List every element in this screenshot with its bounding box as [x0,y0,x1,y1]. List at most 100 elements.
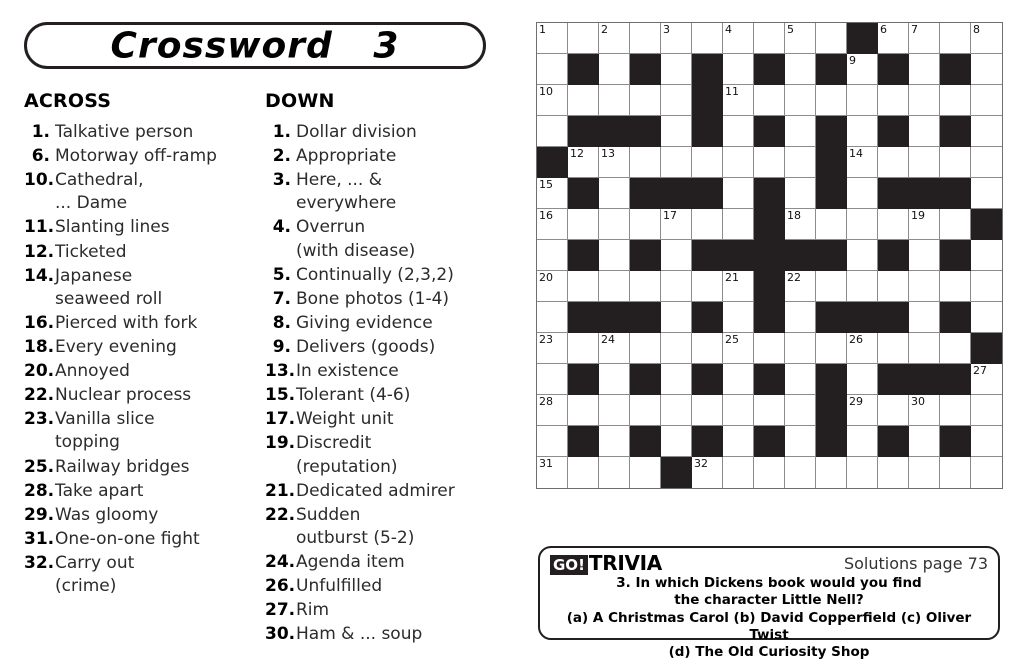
grid-cell[interactable] [723,426,754,457]
grid-cell[interactable] [692,333,723,364]
grid-cell[interactable] [754,457,785,488]
grid-cell[interactable] [847,116,878,147]
grid-cell[interactable] [661,302,692,333]
grid-cell[interactable]: 2 [599,23,630,54]
grid-cell[interactable]: 22 [785,271,816,302]
grid-cell[interactable] [971,147,1002,178]
grid-cell[interactable] [661,240,692,271]
grid-cell[interactable] [940,209,971,240]
grid-cell[interactable] [785,395,816,426]
grid-cell[interactable]: 5 [785,23,816,54]
grid-cell[interactable] [568,395,599,426]
grid-cell[interactable] [785,54,816,85]
grid-cell[interactable] [723,457,754,488]
grid-cell[interactable] [878,85,909,116]
grid-cell[interactable] [537,240,568,271]
grid-cell[interactable] [878,147,909,178]
grid-cell[interactable]: 9 [847,54,878,85]
grid-cell[interactable] [661,364,692,395]
grid-cell[interactable] [692,209,723,240]
grid-cell[interactable] [599,395,630,426]
grid-cell[interactable] [754,147,785,178]
grid-cell[interactable] [599,271,630,302]
grid-cell[interactable] [661,271,692,302]
grid-cell[interactable] [971,240,1002,271]
grid-cell[interactable]: 8 [971,23,1002,54]
grid-cell[interactable] [599,457,630,488]
grid-cell[interactable] [940,147,971,178]
grid-cell[interactable]: 3 [661,23,692,54]
grid-cell[interactable] [940,457,971,488]
grid-cell[interactable]: 11 [723,85,754,116]
grid-cell[interactable] [909,85,940,116]
grid-cell[interactable] [816,333,847,364]
grid-cell[interactable] [971,457,1002,488]
grid-cell[interactable] [599,426,630,457]
grid-cell[interactable] [785,333,816,364]
grid-cell[interactable] [599,54,630,85]
grid-cell[interactable] [723,116,754,147]
grid-cell[interactable]: 18 [785,209,816,240]
grid-cell[interactable] [940,23,971,54]
grid-cell[interactable] [661,395,692,426]
grid-cell[interactable] [847,209,878,240]
grid-cell[interactable] [785,302,816,333]
grid-cell[interactable] [909,302,940,333]
grid-cell[interactable] [909,147,940,178]
grid-cell[interactable] [785,426,816,457]
grid-cell[interactable] [847,240,878,271]
grid-cell[interactable]: 16 [537,209,568,240]
grid-cell[interactable] [599,364,630,395]
grid-cell[interactable] [568,23,599,54]
grid-cell[interactable] [661,116,692,147]
grid-cell[interactable] [537,116,568,147]
grid-cell[interactable] [909,240,940,271]
grid-cell[interactable] [847,364,878,395]
grid-cell[interactable] [971,85,1002,116]
grid-cell[interactable] [785,147,816,178]
grid-cell[interactable] [878,457,909,488]
grid-cell[interactable] [940,85,971,116]
grid-cell[interactable]: 12 [568,147,599,178]
grid-cell[interactable] [940,395,971,426]
grid-cell[interactable] [785,116,816,147]
grid-cell[interactable] [568,457,599,488]
grid-cell[interactable] [847,85,878,116]
grid-cell[interactable] [816,457,847,488]
grid-cell[interactable] [816,23,847,54]
grid-cell[interactable] [816,271,847,302]
grid-cell[interactable]: 24 [599,333,630,364]
grid-cell[interactable]: 26 [847,333,878,364]
grid-cell[interactable] [909,426,940,457]
grid-cell[interactable]: 1 [537,23,568,54]
grid-cell[interactable]: 7 [909,23,940,54]
grid-cell[interactable] [723,147,754,178]
grid-cell[interactable]: 29 [847,395,878,426]
grid-cell[interactable] [878,395,909,426]
grid-cell[interactable] [909,333,940,364]
grid-cell[interactable] [630,271,661,302]
grid-cell[interactable] [785,85,816,116]
grid-cell[interactable]: 6 [878,23,909,54]
grid-cell[interactable] [630,395,661,426]
grid-cell[interactable] [847,271,878,302]
grid-cell[interactable] [971,426,1002,457]
grid-cell[interactable] [568,271,599,302]
grid-cell[interactable] [785,457,816,488]
grid-cell[interactable] [723,54,754,85]
grid-cell[interactable] [878,209,909,240]
grid-cell[interactable] [971,271,1002,302]
grid-cell[interactable] [630,85,661,116]
grid-cell[interactable]: 30 [909,395,940,426]
grid-cell[interactable] [940,333,971,364]
grid-cell[interactable]: 13 [599,147,630,178]
grid-cell[interactable]: 28 [537,395,568,426]
grid-cell[interactable] [537,426,568,457]
grid-cell[interactable]: 10 [537,85,568,116]
crossword-grid-cells[interactable]: 1 2 3 4 5 6 7 8 9 10 11 12 13 14 15 16 17 18 19 20 21 22 23 24 2… [537,23,1002,488]
grid-cell[interactable]: 20 [537,271,568,302]
grid-cell[interactable]: 14 [847,147,878,178]
grid-cell[interactable] [630,147,661,178]
grid-cell[interactable] [909,271,940,302]
grid-cell[interactable] [661,147,692,178]
